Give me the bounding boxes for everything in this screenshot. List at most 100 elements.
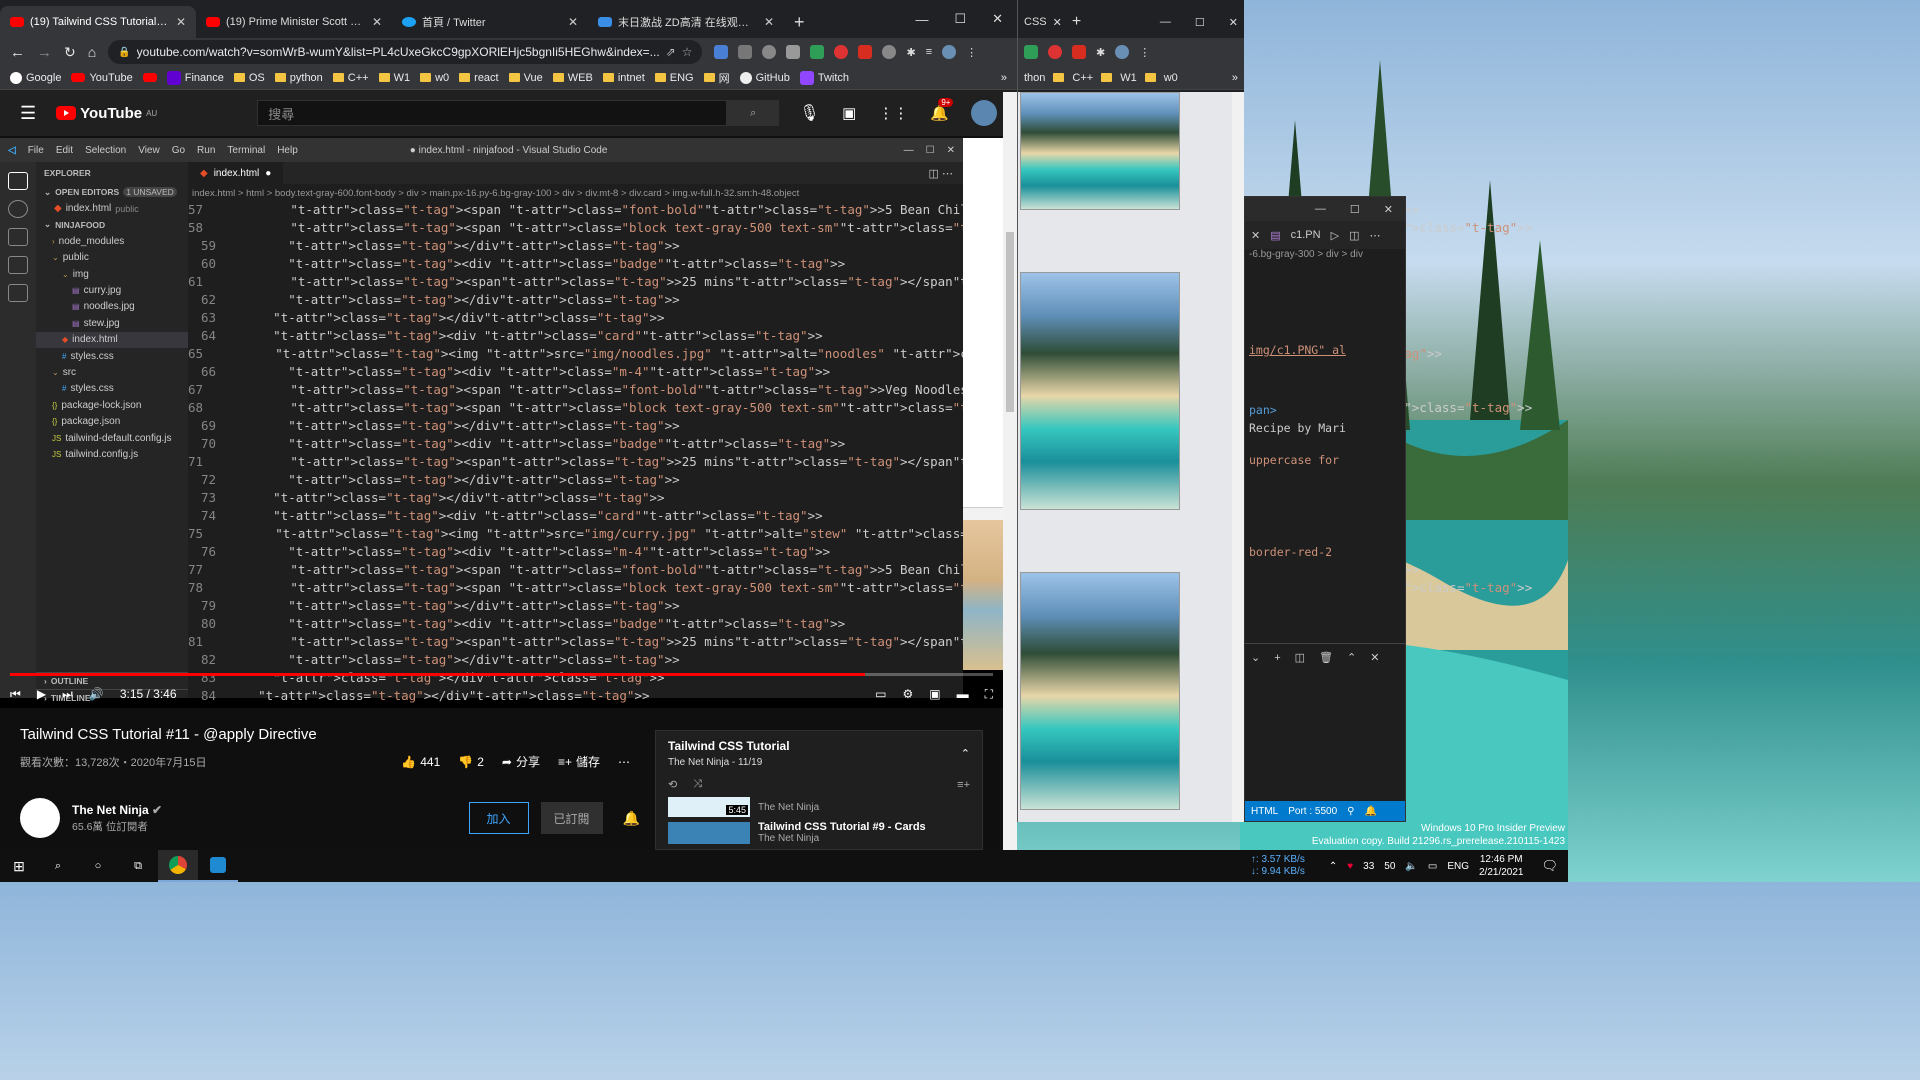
react-devtools-icon[interactable] bbox=[762, 45, 777, 59]
file-tree-item[interactable]: # styles.css bbox=[36, 381, 188, 397]
cortana-icon[interactable]: ○ bbox=[78, 860, 118, 872]
task-view-icon[interactable]: ⧉ bbox=[118, 860, 158, 873]
settings-gear-icon[interactable]: ⚙ bbox=[902, 687, 913, 701]
close-window-icon[interactable]: ✕ bbox=[1384, 203, 1393, 216]
volume-icon[interactable]: 🔈 bbox=[1405, 861, 1417, 872]
menu-selection[interactable]: Selection bbox=[85, 145, 126, 156]
playlist-item-1[interactable]: 5:45 The Net Ninja bbox=[668, 797, 970, 817]
browser-tab-4[interactable]: 末日激战 ZD高清 在线观看 - 嘀嗒 ✕ bbox=[588, 6, 784, 38]
new-tab-button[interactable]: + bbox=[794, 12, 805, 33]
apps-grid-icon[interactable]: ⋮⋮ bbox=[878, 104, 908, 122]
close-tab-icon[interactable]: ✕ bbox=[1251, 229, 1260, 242]
bookmark-folder-cpp[interactable]: C++ bbox=[332, 72, 369, 84]
language-mode[interactable]: HTML bbox=[1251, 806, 1278, 817]
search-icon[interactable]: ⌕ bbox=[38, 860, 78, 873]
menu-help[interactable]: Help bbox=[277, 145, 298, 156]
reading-list-icon[interactable]: ≡ bbox=[926, 46, 932, 58]
forward-icon[interactable]: → bbox=[37, 44, 52, 61]
vue-devtools-icon[interactable] bbox=[738, 45, 753, 59]
close-tab-icon[interactable]: ✕ bbox=[764, 15, 774, 29]
add-terminal-icon[interactable]: + bbox=[1274, 652, 1280, 664]
extensions-puzzle-icon[interactable]: ✱ bbox=[1096, 46, 1105, 59]
file-tree-item[interactable]: JS tailwind.config.js bbox=[36, 446, 188, 462]
lightbulb-extension-icon[interactable] bbox=[882, 45, 897, 59]
file-tree-item[interactable]: ◆ index.html bbox=[36, 331, 188, 348]
like-button[interactable]: 👍 441 bbox=[401, 755, 440, 769]
file-tree-item[interactable]: ⌄ src bbox=[36, 364, 188, 380]
close-tab-icon[interactable]: ✕ bbox=[176, 15, 186, 29]
bookmark-folder-vue[interactable]: Vue bbox=[508, 72, 543, 84]
minimize-icon[interactable]: — bbox=[915, 12, 928, 27]
file-tree-item[interactable]: ▤ noodles.jpg bbox=[36, 299, 188, 315]
more-bookmarks-icon[interactable]: » bbox=[1001, 72, 1007, 84]
collapse-chevron-icon[interactable]: ⌃ bbox=[961, 747, 970, 760]
split-editor-icon[interactable]: ◫ bbox=[1349, 229, 1359, 242]
close-tab-icon[interactable]: ✕ bbox=[372, 15, 382, 29]
miniplayer-icon[interactable]: ▣ bbox=[929, 687, 940, 701]
bookmark-folder-os[interactable]: OS bbox=[233, 72, 265, 84]
close-panel-icon[interactable]: ✕ bbox=[1370, 651, 1379, 664]
pdf-extension-icon[interactable] bbox=[1072, 45, 1086, 59]
video-player[interactable]: ◁ File Edit Selection View Go Run Termin… bbox=[0, 138, 1532, 708]
menu-view[interactable]: View bbox=[138, 145, 160, 156]
bookmark-youtube-2[interactable] bbox=[142, 73, 157, 82]
bookmark-twitch[interactable]: Twitch bbox=[799, 70, 849, 85]
more-actions-icon[interactable]: ⋯ bbox=[618, 755, 630, 769]
chrome-menu-icon[interactable]: ⋮ bbox=[1139, 46, 1150, 59]
loop-icon[interactable]: ⟲ bbox=[668, 778, 677, 791]
share-icon[interactable]: ⇗ bbox=[666, 45, 676, 59]
profile-avatar[interactable] bbox=[1115, 45, 1130, 59]
search-input[interactable]: 搜尋 bbox=[257, 100, 728, 126]
back-icon[interactable]: ← bbox=[10, 44, 25, 61]
bookmark-label[interactable]: thon bbox=[1024, 72, 1045, 84]
search-button[interactable]: ⌕ bbox=[727, 100, 780, 126]
drive-extension-icon[interactable] bbox=[810, 45, 825, 59]
next-icon[interactable]: ⏭ bbox=[62, 687, 73, 702]
start-windows-icon[interactable]: ⊞ bbox=[0, 858, 38, 875]
translate-extension-icon[interactable] bbox=[714, 45, 729, 59]
chevron-down-icon[interactable]: ⌄ bbox=[1251, 651, 1260, 664]
file-tree-item[interactable]: {} package-lock.json bbox=[36, 397, 188, 413]
vscode-taskbar-icon[interactable] bbox=[198, 850, 238, 882]
preview-scrollbar[interactable] bbox=[1232, 92, 1244, 822]
menu-run[interactable]: Run bbox=[197, 145, 215, 156]
feedback-icon[interactable]: ⚲ bbox=[1347, 806, 1354, 817]
user-avatar[interactable] bbox=[971, 100, 997, 126]
file-tree-item[interactable]: ⌄ img bbox=[36, 266, 188, 282]
file-tree-item[interactable]: # styles.css bbox=[36, 348, 188, 364]
menu-edit[interactable]: Edit bbox=[56, 145, 73, 156]
trash-icon[interactable]: 🗑 bbox=[1319, 651, 1333, 664]
bookmark-label[interactable]: C++ bbox=[1072, 72, 1093, 84]
more-bookmarks-icon[interactable]: » bbox=[1232, 72, 1238, 84]
bookmark-youtube[interactable]: YouTube bbox=[71, 72, 133, 84]
scroll-thumb[interactable] bbox=[1006, 232, 1014, 412]
close-window-icon[interactable]: ✕ bbox=[1229, 16, 1238, 29]
input-language[interactable]: ENG bbox=[1447, 861, 1469, 872]
hamburger-menu-icon[interactable]: ☰ bbox=[20, 103, 36, 124]
maximize-icon[interactable]: ☐ bbox=[954, 11, 966, 27]
antivirus-icon[interactable]: ♥ bbox=[1347, 861, 1353, 872]
shuffle-icon[interactable]: ⤨ bbox=[693, 778, 702, 791]
bookmark-folder-eng[interactable]: ENG bbox=[654, 72, 694, 84]
file-tree-item[interactable]: {} package.json bbox=[36, 413, 188, 429]
bookmark-star-icon[interactable]: ☆ bbox=[682, 45, 693, 59]
page-scrollbar[interactable] bbox=[1003, 92, 1017, 850]
adblock-icon[interactable] bbox=[1048, 45, 1062, 59]
chrome-taskbar-icon[interactable] bbox=[158, 850, 198, 882]
channel-name-row[interactable]: The Net Ninja ✔ bbox=[72, 803, 162, 817]
profile-avatar[interactable] bbox=[942, 45, 957, 59]
save-button[interactable]: ≡+ 儲存 bbox=[558, 753, 600, 770]
previous-icon[interactable]: ⏮ bbox=[10, 687, 21, 702]
maximize-panel-icon[interactable]: ⌃ bbox=[1347, 651, 1356, 664]
minimize-icon[interactable]: — bbox=[1160, 16, 1171, 28]
clock[interactable]: 12:46 PM 2/21/2021 bbox=[1479, 853, 1524, 879]
subtitles-icon[interactable]: ▭ bbox=[875, 687, 886, 701]
create-video-icon[interactable]: ▣ bbox=[842, 104, 856, 122]
bookmark-google[interactable]: Google bbox=[10, 71, 61, 84]
browser-tab-1[interactable]: (19) Tailwind CSS Tutorial #11 - @ ✕ bbox=[0, 6, 196, 38]
bell-icon[interactable]: 🔔 bbox=[1364, 806, 1376, 817]
close-tab-icon[interactable]: ✕ bbox=[568, 15, 578, 29]
notification-center-icon[interactable]: 🗨 bbox=[1541, 858, 1558, 874]
menu-file[interactable]: File bbox=[28, 145, 44, 156]
theater-mode-icon[interactable]: ▬ bbox=[957, 687, 969, 701]
